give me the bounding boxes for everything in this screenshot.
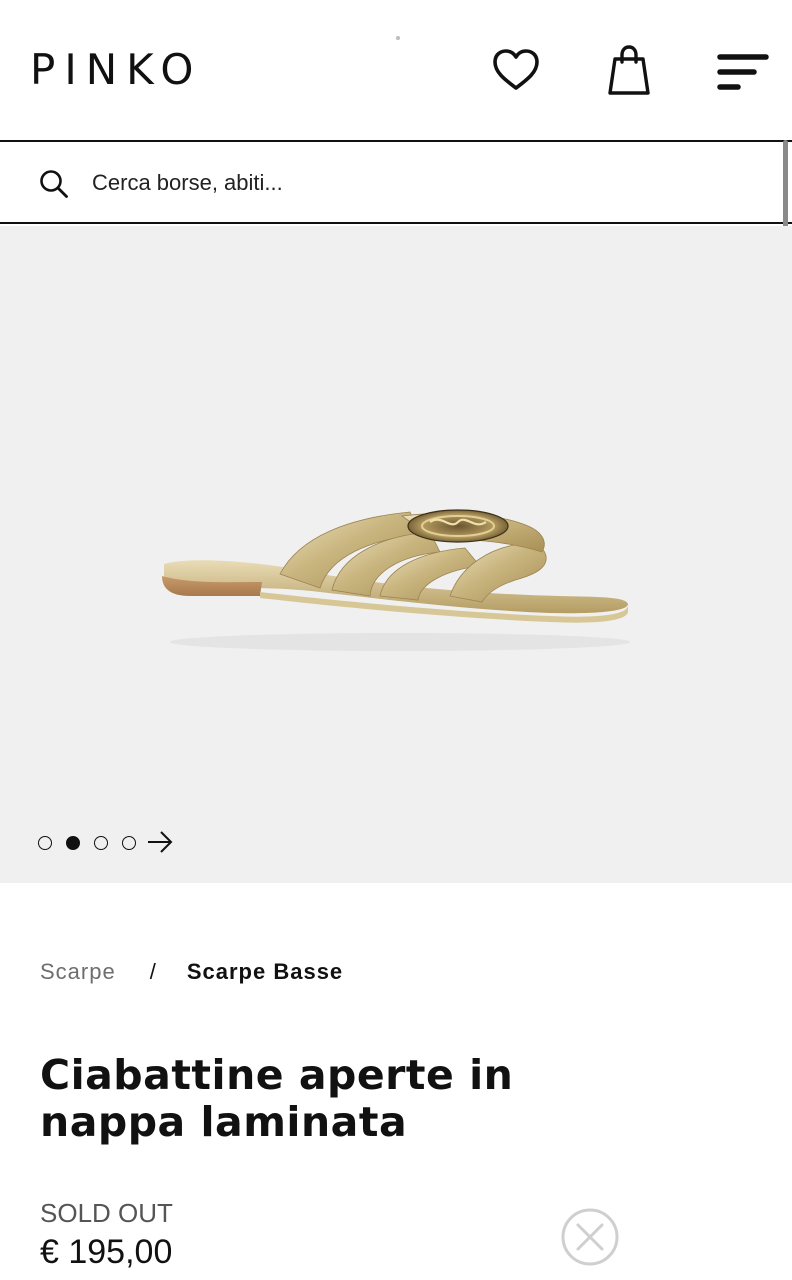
availability-label: SOLD OUT bbox=[40, 1198, 173, 1228]
menu-icon[interactable] bbox=[716, 48, 770, 94]
arrow-right-icon[interactable] bbox=[146, 830, 174, 854]
carousel-dot-3[interactable] bbox=[94, 836, 108, 850]
search-bar bbox=[0, 140, 792, 224]
product-gallery[interactable] bbox=[0, 226, 792, 883]
product-image[interactable] bbox=[150, 496, 640, 656]
heart-icon[interactable] bbox=[490, 44, 542, 96]
breadcrumb-item-scarpe[interactable]: Scarpe bbox=[40, 959, 116, 984]
close-icon[interactable] bbox=[560, 1207, 620, 1267]
carousel-dot-1[interactable] bbox=[38, 836, 52, 850]
carousel-dot-4[interactable] bbox=[122, 836, 136, 850]
breadcrumb: Scarpe / Scarpe Basse bbox=[40, 958, 343, 986]
breadcrumb-separator: / bbox=[149, 959, 157, 984]
breadcrumb-item-scarpe-basse[interactable]: Scarpe Basse bbox=[187, 959, 343, 984]
search-icon[interactable] bbox=[38, 168, 70, 200]
product-price: € 195,00 bbox=[40, 1233, 173, 1271]
brand-logo[interactable]: PINKO bbox=[30, 46, 202, 94]
status-dot bbox=[396, 36, 400, 40]
product-title: Ciabattine aperte in nappa laminata bbox=[40, 1051, 514, 1146]
search-input[interactable] bbox=[92, 164, 692, 202]
site-header: PINKO bbox=[0, 0, 792, 140]
carousel-dot-2[interactable] bbox=[66, 836, 80, 850]
shopping-bag-icon[interactable] bbox=[606, 42, 652, 98]
